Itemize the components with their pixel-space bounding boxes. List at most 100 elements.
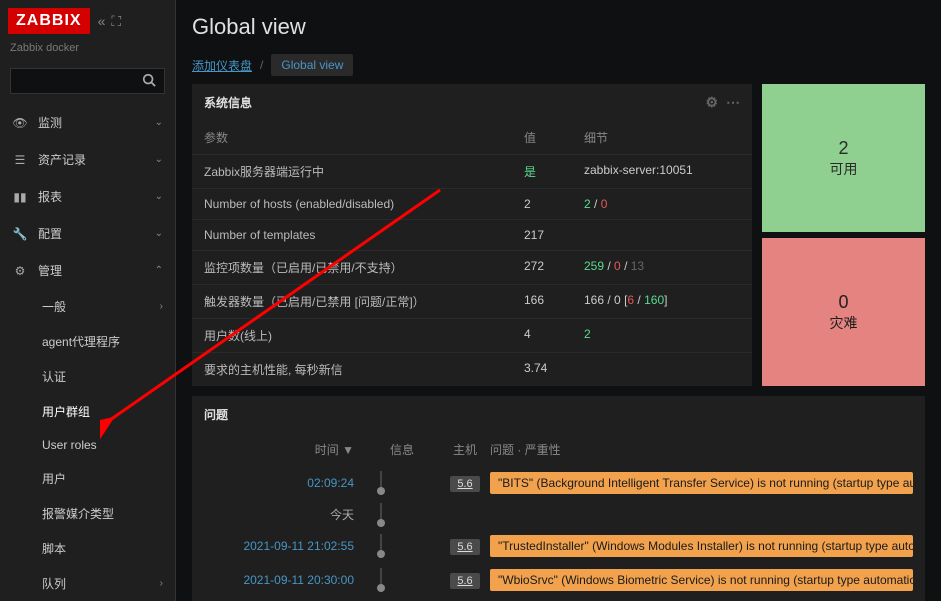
nav-inventory[interactable]: ☰资产记录 ⌄: [0, 141, 175, 178]
problems-header-host: 主机: [440, 441, 490, 458]
problems-header-info: 信息: [390, 441, 440, 458]
sysinfo-row: 触发器数量（已启用/已禁用 [问题/正常]）166166 / 0 [6 / 16…: [192, 284, 752, 318]
subnav-scripts[interactable]: 脚本: [0, 531, 175, 566]
sysinfo-detail: 2 / 0: [584, 197, 740, 211]
logo-row: ZABBIX « ⛶: [0, 0, 175, 42]
sysinfo-row: Number of hosts (enabled/disabled)22 / 0: [192, 188, 752, 219]
problem-description[interactable]: "WbioSrvc" (Windows Biometric Service) i…: [490, 569, 913, 591]
chevron-down-icon: ⌄: [155, 117, 163, 128]
nav-reports[interactable]: ▮▮报表 ⌄: [0, 178, 175, 215]
subnav-proxies[interactable]: agent代理程序: [0, 324, 175, 359]
gear-icon[interactable]: ⚙: [705, 94, 718, 111]
problems-title: 问题: [204, 406, 228, 423]
problems-header-problem: 问题 · 严重性: [490, 441, 913, 458]
sysinfo-detail: [584, 228, 740, 242]
tile-disaster[interactable]: 0 灾难: [762, 238, 925, 386]
server-subtitle: Zabbix docker: [0, 42, 175, 62]
subnav-auth[interactable]: 认证: [0, 359, 175, 394]
sidebar: ZABBIX « ⛶ Zabbix docker 👁监测 ⌄ ☰资产记录 ⌄ ▮…: [0, 0, 176, 601]
chevron-down-icon: ⌄: [155, 228, 163, 239]
problem-description[interactable]: "BITS" (Background Intelligent Transfer …: [490, 472, 913, 494]
admin-subnav: 一般› agent代理程序 认证 用户群组 User roles 用户 报警媒介…: [0, 289, 175, 601]
nav-monitoring[interactable]: 👁监测 ⌄: [0, 104, 175, 141]
sysinfo-header-detail: 细节: [584, 129, 740, 146]
collapse-icon[interactable]: «: [98, 13, 106, 30]
problem-row: 2021-09-11 20:30:00 5.6 "WbioSrvc" (Window…: [192, 563, 925, 597]
breadcrumb-current[interactable]: Global view: [271, 54, 353, 76]
problem-description[interactable]: "TrustedInstaller" (Windows Modules Inst…: [490, 535, 913, 557]
sysinfo-row: Zabbix服务器端运行中是zabbix-server:10051: [192, 154, 752, 188]
list-icon: ☰: [12, 153, 28, 167]
sysinfo-detail: [584, 361, 740, 378]
sysinfo-row: 用户数(线上)42: [192, 318, 752, 352]
subnav-usergroups[interactable]: 用户群组: [0, 394, 175, 429]
sysinfo-value: 217: [524, 228, 584, 242]
subnav-userroles[interactable]: User roles: [0, 429, 175, 461]
nav-config[interactable]: 🔧配置 ⌄: [0, 215, 175, 252]
subnav-general[interactable]: 一般›: [0, 289, 175, 324]
wrench-icon: 🔧: [12, 227, 28, 241]
eye-icon: 👁: [12, 116, 28, 130]
problems-header-time[interactable]: 时间 ▼: [204, 441, 374, 458]
chevron-right-icon: ›: [160, 301, 163, 312]
problem-host[interactable]: 5.6: [450, 573, 479, 589]
chevron-up-icon: ⌃: [155, 265, 163, 276]
subnav-users[interactable]: 用户: [0, 461, 175, 496]
breadcrumb-dashboards[interactable]: 添加仪表盘: [192, 57, 252, 74]
sysinfo-param: 触发器数量（已启用/已禁用 [问题/正常]）: [204, 293, 524, 310]
sysinfo-detail: 259 / 0 / 13: [584, 259, 740, 276]
main-content: Global view 添加仪表盘 / Global view 系统信息 ⚙ ⋯…: [176, 0, 941, 601]
sysinfo-value: 166: [524, 293, 584, 310]
sysinfo-detail: 2: [584, 327, 740, 344]
sysinfo-param: 用户数(线上): [204, 327, 524, 344]
chevron-down-icon: ⌄: [155, 154, 163, 165]
problem-row: 2021-09-11 20:04:105.6"OneSyncSvc_17c7f7…: [192, 597, 925, 601]
widget-sysinfo: 系统信息 ⚙ ⋯ 参数 值 细节 Zabbix服务器端运行中是zabbix-se…: [192, 84, 752, 386]
search-icon: [142, 73, 156, 90]
chevron-right-icon: ›: [160, 578, 163, 589]
subnav-queue[interactable]: 队列›: [0, 566, 175, 601]
nav-admin[interactable]: ⚙管理 ⌃: [0, 252, 175, 289]
chevron-down-icon: ⌄: [155, 191, 163, 202]
problem-row: 2021-09-11 21:02:55 5.6 "TrustedInstaller"…: [192, 529, 925, 563]
sysinfo-param: Number of templates: [204, 228, 524, 242]
sysinfo-detail: 166 / 0 [6 / 160]: [584, 293, 740, 310]
sysinfo-detail: zabbix-server:10051: [584, 163, 740, 180]
problem-row: 今天: [192, 500, 925, 529]
tile-available[interactable]: 2 可用: [762, 84, 925, 232]
sysinfo-param: 要求的主机性能, 每秒新信: [204, 361, 524, 378]
logo[interactable]: ZABBIX: [8, 8, 90, 34]
sysinfo-value: 是: [524, 163, 584, 180]
search-input[interactable]: [10, 68, 165, 94]
widget-problems: 问题 时间 ▼ 信息 主机 问题 · 严重性 02:09:24 5.6 "BITS"…: [192, 396, 925, 601]
sysinfo-row: 要求的主机性能, 每秒新信3.74: [192, 352, 752, 386]
sysinfo-header-value: 值: [524, 129, 584, 146]
problem-time[interactable]: 2021-09-11 20:30:00: [204, 573, 374, 587]
gear-icon: ⚙: [12, 264, 28, 278]
problem-time[interactable]: 02:09:24: [204, 476, 374, 490]
sysinfo-title: 系统信息: [204, 94, 252, 111]
sysinfo-param: Number of hosts (enabled/disabled): [204, 197, 524, 211]
sysinfo-row: 监控项数量（已启用/已禁用/不支持）272259 / 0 / 13: [192, 250, 752, 284]
sysinfo-value: 272: [524, 259, 584, 276]
problem-host[interactable]: 5.6: [450, 539, 479, 555]
status-tiles: 2 可用 0 灾难: [762, 84, 925, 386]
problem-time[interactable]: 2021-09-11 21:02:55: [204, 539, 374, 553]
sysinfo-param: Zabbix服务器端运行中: [204, 163, 524, 180]
sysinfo-value: 4: [524, 327, 584, 344]
more-icon[interactable]: ⋯: [726, 94, 740, 111]
subnav-mediatypes[interactable]: 报警媒介类型: [0, 496, 175, 531]
today-label: 今天: [204, 506, 374, 523]
breadcrumb: 添加仪表盘 / Global view: [176, 46, 941, 84]
sysinfo-value: 2: [524, 197, 584, 211]
breadcrumb-sep: /: [260, 58, 263, 72]
problem-host[interactable]: 5.6: [450, 476, 479, 492]
page-title: Global view: [176, 0, 941, 46]
chart-icon: ▮▮: [12, 190, 28, 204]
sysinfo-value: 3.74: [524, 361, 584, 378]
sysinfo-header-param: 参数: [204, 129, 524, 146]
fullscreen-icon[interactable]: ⛶: [111, 13, 121, 30]
sysinfo-row: Number of templates217: [192, 219, 752, 250]
sysinfo-param: 监控项数量（已启用/已禁用/不支持）: [204, 259, 524, 276]
problem-row: 02:09:24 5.6 "BITS" (Background Intelligen…: [192, 466, 925, 500]
